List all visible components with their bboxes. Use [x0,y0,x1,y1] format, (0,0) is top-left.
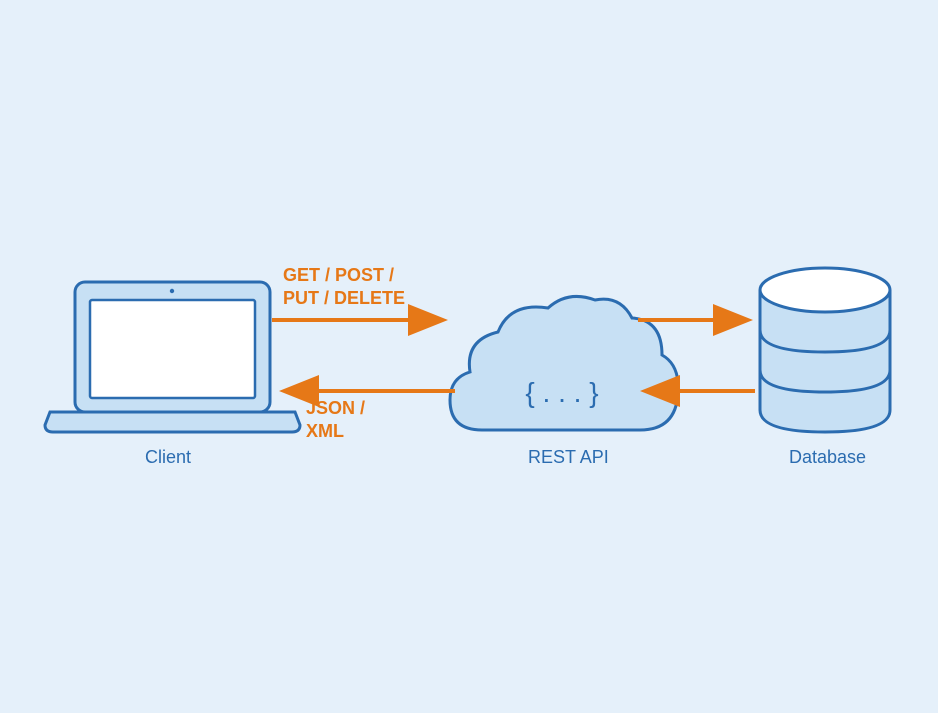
response-label: JSON / XML [306,397,365,444]
client-label: Client [145,447,191,468]
database-label: Database [789,447,866,468]
cloud-icon: { . . . } [450,296,678,430]
cloud-code-text: { . . . } [525,377,598,408]
request-label: GET / POST / PUT / DELETE [283,264,405,311]
api-label: REST API [528,447,609,468]
database-icon [760,268,890,432]
rest-api-diagram: { . . . } GET / POST / PUT / DELETE JSON… [0,0,938,708]
laptop-icon [45,282,300,432]
